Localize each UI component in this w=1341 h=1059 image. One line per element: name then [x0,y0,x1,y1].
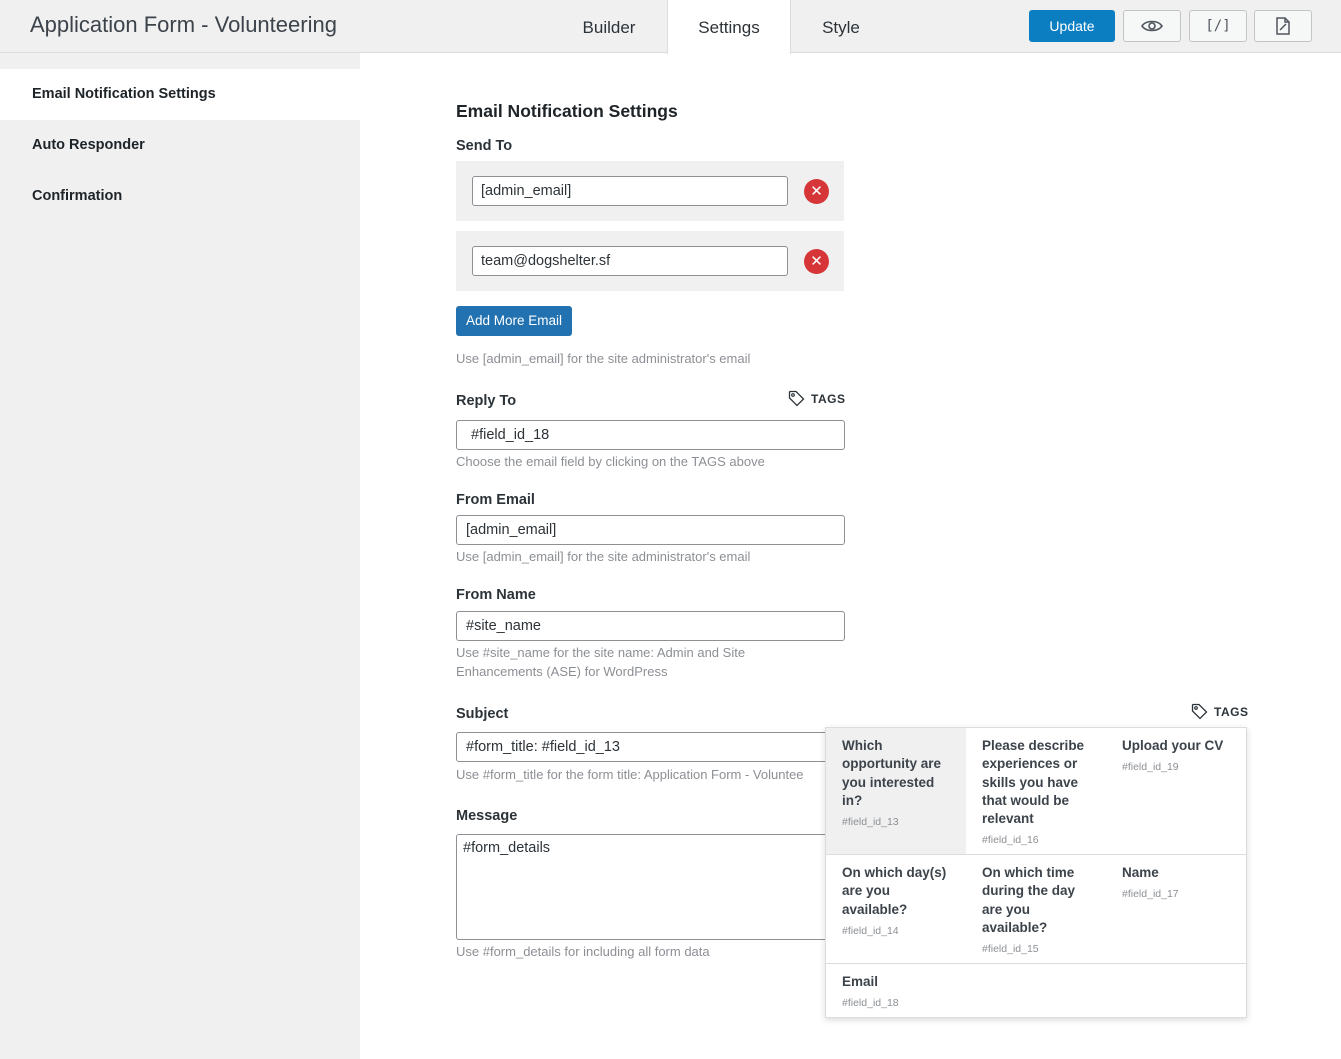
send-to-row: [admin_email] ✕ [456,161,844,221]
tag-field-id: #field_id_19 [1122,761,1179,774]
add-more-email-button[interactable]: Add More Email [456,306,572,336]
sidebar-item-auto-responder[interactable]: Auto Responder [0,120,360,171]
sidebar-item-confirmation[interactable]: Confirmation [0,171,360,222]
tag-field-id: #field_id_13 [842,816,899,829]
remove-email-icon[interactable]: ✕ [804,249,829,274]
tag-field-id: #field_id_18 [842,997,899,1010]
subject-input[interactable]: #form_title: #field_id_13 [456,732,845,762]
preview-button[interactable] [1123,10,1181,42]
shortcode-button[interactable]: [/] [1189,10,1247,42]
tags-label: TAGS [1214,704,1249,719]
send-to-email-input[interactable]: team@dogshelter.sf [472,246,788,276]
settings-sidebar: Email Notification Settings Auto Respond… [0,53,360,1059]
remove-email-icon[interactable]: ✕ [804,179,829,204]
from-email-input[interactable]: [admin_email] [456,515,845,545]
reply-to-label: Reply To [456,393,517,409]
send-to-label: Send To [456,138,513,154]
from-email-hint: Use [admin_email] for the site administr… [456,549,751,564]
tag-option[interactable]: Please describe experiences or skills yo… [966,728,1106,854]
tag-icon [1191,703,1208,720]
tab-settings[interactable]: Settings [667,0,791,54]
sidebar-item-email-notification[interactable]: Email Notification Settings [0,69,360,120]
send-to-row: team@dogshelter.sf ✕ [456,231,844,291]
code-icon: [/] [1205,18,1231,34]
message-hint: Use #form_details for including all form… [456,944,710,959]
top-bar: Application Form - Volunteering Builder … [0,0,1341,54]
tag-field-id: #field_id_17 [1122,888,1179,901]
subject-label: Subject [456,706,509,722]
from-name-input[interactable]: #site_name [456,611,845,641]
tag-option[interactable]: On which day(s) are you available? #fiel… [826,855,966,963]
tag-question: On which time during the day are you ava… [982,865,1076,935]
reply-to-hint: Choose the email field by clicking on th… [456,454,765,469]
form-title: Application Form - Volunteering [30,12,337,37]
message-label: Message [456,808,518,824]
from-name-hint: Use #site_name for the site name: Admin … [456,645,746,660]
section-title: Email Notification Settings [456,101,678,121]
tag-field-id: #field_id_14 [842,924,899,937]
tag-question: On which day(s) are you available? [842,865,947,917]
send-to-email-input[interactable]: [admin_email] [472,176,788,206]
tag-question: Email [842,974,879,989]
tab-style[interactable]: Style [800,0,882,53]
tag-option[interactable]: Name #field_id_17 [1106,855,1246,963]
eye-icon [1141,20,1163,32]
tags-label: TAGS [811,391,846,406]
tab-builder[interactable]: Builder [560,0,658,53]
tag-field-id: #field_id_16 [982,834,1039,847]
from-email-label: From Email [456,492,535,508]
tag-option[interactable]: On which time during the day are you ava… [966,855,1106,963]
update-button[interactable]: Update [1029,10,1115,42]
from-name-label: From Name [456,587,536,603]
subject-hint: Use #form_title for the form title: Appl… [456,767,804,782]
tag-option[interactable]: Email #field_id_18 [826,964,966,1018]
send-to-hint: Use [admin_email] for the site administr… [456,351,751,366]
tags-dropdown: Which opportunity are you interested in?… [825,727,1247,1018]
tag-field-id: #field_id_15 [982,943,1039,956]
tag-icon [788,390,805,407]
subject-tags-button[interactable]: TAGS [1191,703,1248,720]
tag-option[interactable]: Upload your CV #field_id_19 [1106,728,1246,854]
tag-question: Which opportunity are you interested in? [842,738,942,808]
entries-button[interactable] [1254,10,1312,42]
reply-to-tags-button[interactable]: TAGS [788,390,845,407]
message-textarea[interactable]: #form_details [456,834,845,940]
from-name-hint: Enhancements (ASE) for WordPress [456,664,668,679]
tag-option[interactable]: Which opportunity are you interested in?… [826,728,966,854]
reply-to-input[interactable]: #field_id_18 [456,420,845,450]
tag-question: Name [1122,865,1159,880]
document-edit-icon [1276,17,1290,35]
tag-question: Please describe experiences or skills yo… [982,738,1085,827]
tag-question: Upload your CV [1122,738,1224,753]
